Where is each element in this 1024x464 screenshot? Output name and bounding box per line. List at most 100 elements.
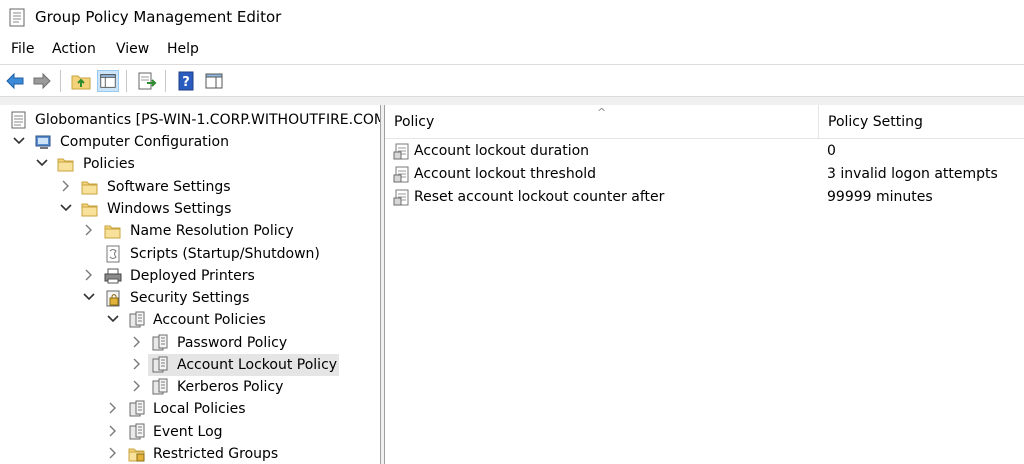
tree-label-root: Globomantics [PS-WIN-1.CORP.WITHOUTFIRE.… — [35, 112, 381, 128]
tree-label-restricted-groups: Restricted Groups — [153, 446, 279, 462]
tree-label-scripts: Scripts (Startup/Shutdown) — [130, 246, 320, 262]
menu-view[interactable]: View — [116, 41, 149, 57]
tree-label-policies: Policies — [83, 156, 135, 172]
security-policy-icon — [129, 423, 145, 440]
tree-label-password-policy: Password Policy — [177, 335, 288, 351]
list-row[interactable]: Reset account lockout counter after 9999… — [385, 186, 1024, 209]
security-policy-icon — [129, 311, 145, 328]
gpo-document-icon — [11, 111, 26, 129]
menu-action[interactable]: Action — [52, 41, 96, 57]
toolbar: ? — [0, 64, 1024, 97]
chevron-right-icon[interactable] — [130, 379, 144, 393]
menu-file[interactable]: File — [11, 41, 34, 57]
tree-label-windows-settings: Windows Settings — [107, 201, 232, 217]
chevron-right-icon[interactable] — [106, 401, 120, 415]
chevron-right-icon[interactable] — [82, 223, 96, 237]
tree-label-deployed-printers: Deployed Printers — [130, 268, 255, 284]
tree-node-deployed-printers[interactable]: Deployed Printers — [0, 265, 380, 287]
folder-icon — [81, 181, 98, 195]
tree-node-security-settings[interactable]: Security Settings — [0, 287, 380, 309]
chevron-right-icon[interactable] — [130, 357, 144, 371]
help-icon[interactable]: ? — [175, 70, 197, 92]
export-list-icon[interactable] — [136, 70, 158, 92]
forward-arrow-icon[interactable] — [31, 70, 53, 92]
gpme-app-icon — [9, 8, 25, 27]
toolbar-separator — [60, 70, 61, 92]
column-header-policy-setting[interactable]: Policy Setting — [819, 105, 1024, 139]
cell-policy: Reset account lockout counter after — [414, 189, 665, 205]
cell-setting: 0 — [827, 143, 836, 159]
tree-label-computer-configuration: Computer Configuration — [60, 134, 229, 150]
console-tree[interactable]: Globomantics [PS-WIN-1.CORP.WITHOUTFIRE.… — [0, 105, 381, 464]
tree-label-software-settings: Software Settings — [107, 179, 231, 195]
chevron-right-icon[interactable] — [130, 335, 144, 349]
column-header-policy-label: Policy — [394, 114, 435, 130]
tree-node-scripts[interactable]: Scripts (Startup/Shutdown) — [0, 243, 380, 265]
tree-node-root[interactable]: Globomantics [PS-WIN-1.CORP.WITHOUTFIRE.… — [0, 109, 381, 131]
title-bar: Group Policy Management Editor — [0, 0, 1024, 36]
policy-setting-icon — [393, 143, 409, 160]
security-policy-icon — [152, 334, 168, 351]
list-row[interactable]: Account lockout duration 0 — [385, 140, 1024, 163]
column-header-policy-setting-label: Policy Setting — [828, 114, 923, 130]
cell-policy: Account lockout duration — [414, 143, 590, 159]
printer-icon — [104, 268, 122, 284]
svg-text:?: ? — [182, 75, 190, 90]
results-list[interactable]: ^ Policy Policy Setting Account lockout … — [385, 105, 1024, 464]
menu-bar: File Action View Help — [0, 38, 1024, 62]
tree-node-restricted-groups[interactable]: Restricted Groups — [0, 443, 380, 464]
pane-top-strip — [0, 97, 1024, 105]
policy-setting-icon — [393, 166, 409, 183]
computer-icon — [35, 135, 51, 149]
show-action-pane-icon[interactable] — [203, 70, 225, 92]
tree-node-computer-configuration[interactable]: Computer Configuration — [0, 131, 380, 153]
list-row[interactable]: Account lockout threshold 3 invalid logo… — [385, 163, 1024, 186]
tree-node-name-resolution-policy[interactable]: Name Resolution Policy — [0, 220, 380, 242]
chevron-down-icon[interactable] — [12, 134, 26, 148]
window-title: Group Policy Management Editor — [35, 8, 282, 26]
tree-label-security-settings: Security Settings — [130, 290, 250, 306]
security-policy-icon — [129, 400, 145, 417]
back-arrow-icon[interactable] — [4, 70, 26, 92]
tree-node-kerberos-policy[interactable]: Kerberos Policy — [0, 376, 380, 398]
chevron-down-icon[interactable] — [59, 201, 73, 215]
tree-node-software-settings[interactable]: Software Settings — [0, 176, 380, 198]
security-policy-icon — [152, 356, 168, 373]
tree-node-event-log[interactable]: Event Log — [0, 421, 380, 443]
chevron-down-icon[interactable] — [82, 290, 96, 304]
security-policy-icon — [152, 378, 168, 395]
tree-node-password-policy[interactable]: Password Policy — [0, 332, 380, 354]
tree-label-account-policies: Account Policies — [153, 312, 266, 328]
folder-icon — [81, 203, 98, 217]
tree-label-event-log: Event Log — [153, 424, 223, 440]
column-header-policy[interactable]: ^ Policy — [385, 105, 818, 139]
chevron-right-icon[interactable] — [106, 446, 120, 460]
chevron-right-icon[interactable] — [82, 268, 96, 282]
tree-node-windows-settings[interactable]: Windows Settings — [0, 198, 380, 220]
show-hide-tree-icon[interactable] — [97, 70, 119, 92]
toolbar-separator — [165, 70, 166, 92]
security-lock-icon — [106, 290, 120, 307]
tree-label-name-resolution-policy: Name Resolution Policy — [130, 223, 294, 239]
cell-setting: 3 invalid logon attempts — [827, 166, 998, 182]
toolbar-separator — [126, 70, 127, 92]
chevron-down-icon[interactable] — [35, 156, 49, 170]
policy-setting-icon — [393, 189, 409, 206]
cell-setting: 99999 minutes — [827, 189, 933, 205]
tree-node-local-policies[interactable]: Local Policies — [0, 398, 380, 420]
chevron-right-icon[interactable] — [106, 424, 120, 438]
sort-ascending-icon: ^ — [597, 106, 607, 119]
cell-policy: Account lockout threshold — [414, 166, 597, 182]
tree-label-account-lockout-policy: Account Lockout Policy — [177, 357, 338, 373]
chevron-down-icon[interactable] — [106, 312, 120, 326]
folder-security-icon — [128, 448, 145, 462]
tree-node-policies[interactable]: Policies — [0, 153, 380, 175]
tree-node-account-lockout-policy[interactable]: Account Lockout Policy — [0, 354, 380, 376]
tree-label-local-policies: Local Policies — [153, 401, 246, 417]
tree-node-account-policies[interactable]: Account Policies — [0, 309, 380, 331]
folder-icon — [104, 225, 121, 239]
menu-help[interactable]: Help — [167, 41, 199, 57]
tree-label-kerberos-policy: Kerberos Policy — [177, 379, 284, 395]
chevron-right-icon[interactable] — [59, 179, 73, 193]
up-folder-icon[interactable] — [70, 70, 92, 92]
